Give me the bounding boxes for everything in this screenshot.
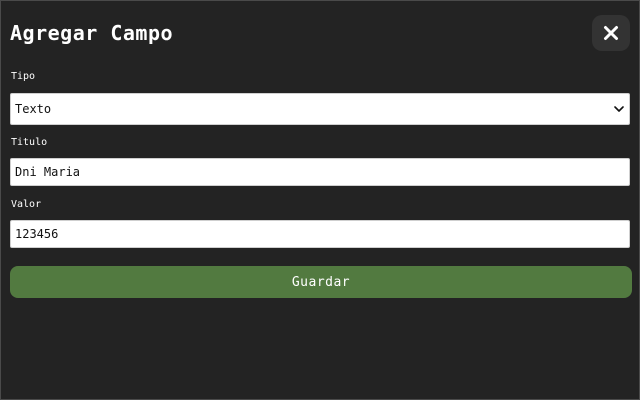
close-icon <box>603 25 619 41</box>
chevron-down-icon <box>613 103 625 115</box>
titulo-input-value: Dni Maria <box>15 165 81 179</box>
modal-title: Agregar Campo <box>10 21 174 45</box>
valor-label: Valor <box>11 199 42 210</box>
add-field-modal: Agregar Campo Tipo Texto Titulo Dni Mari… <box>0 0 640 400</box>
modal-header: Agregar Campo <box>10 15 630 55</box>
save-button[interactable]: Guardar <box>10 266 632 298</box>
valor-input-value: 123456 <box>15 227 59 241</box>
valor-input[interactable]: 123456 <box>10 220 630 248</box>
close-button[interactable] <box>592 15 630 51</box>
tipo-select-value: Texto <box>15 102 52 116</box>
tipo-label: Tipo <box>11 71 36 82</box>
titulo-label: Titulo <box>11 137 48 148</box>
titulo-input[interactable]: Dni Maria <box>10 158 630 186</box>
tipo-select[interactable]: Texto <box>10 93 630 125</box>
